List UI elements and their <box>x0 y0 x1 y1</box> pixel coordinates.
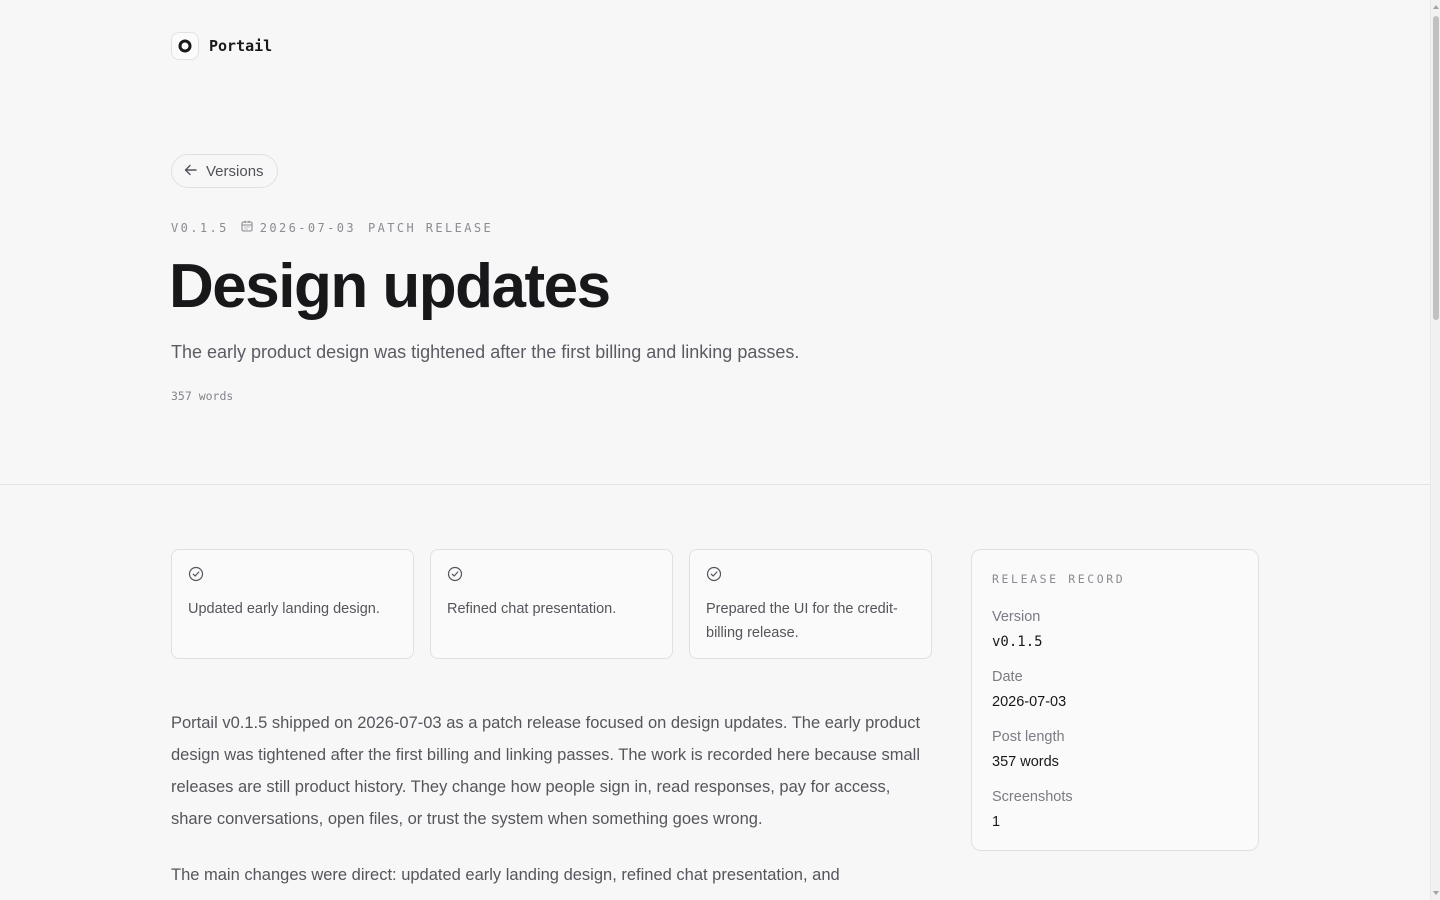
release-date-text: 2026-07-03 <box>259 220 356 235</box>
page-subtitle: The early product design was tightened a… <box>171 342 800 362</box>
release-date: 2026-07-03 <box>241 220 356 235</box>
arrow-left-icon <box>184 163 197 180</box>
back-to-versions-button[interactable]: Versions <box>171 154 278 188</box>
page-title: Design updates <box>169 252 611 321</box>
release-kind: PATCH RELEASE <box>368 220 494 235</box>
highlight-card: Updated early landing design. <box>171 549 414 659</box>
page-scrollbar[interactable] <box>1430 0 1440 900</box>
record-label: Post length <box>992 729 1065 745</box>
calendar-icon <box>241 220 253 235</box>
release-record-panel: RELEASE RECORD Version v0.1.5 Date 2026-… <box>971 549 1259 851</box>
highlight-text: Prepared the UI for the credit-billing r… <box>706 601 898 641</box>
record-value: 2026-07-03 <box>992 694 1067 710</box>
back-button-label: Versions <box>206 162 264 180</box>
release-record-heading: RELEASE RECORD <box>992 572 1126 586</box>
scrollbar-thumb[interactable] <box>1433 16 1439 320</box>
article-body: Portail v0.1.5 shipped on 2026-07-03 as … <box>171 707 931 900</box>
record-date: Date 2026-07-03 <box>992 668 1238 712</box>
record-label: Version <box>992 609 1041 625</box>
check-circle-icon <box>188 566 204 582</box>
highlight-card: Refined chat presentation. <box>430 549 673 659</box>
check-circle-icon <box>447 566 463 582</box>
scroll-down-arrow-icon[interactable] <box>1433 891 1439 895</box>
record-label: Date <box>992 669 1023 685</box>
record-screenshots: Screenshots 1 <box>992 788 1238 832</box>
highlight-card: Prepared the UI for the credit-billing r… <box>689 549 932 659</box>
record-post-length: Post length 357 words <box>992 728 1238 772</box>
scroll-up-arrow-icon[interactable] <box>1433 5 1439 9</box>
brand-name: Portail <box>209 37 273 55</box>
record-label: Screenshots <box>992 789 1073 805</box>
release-meta: V0.1.5 2026-07-03 PATCH RELEASE <box>171 220 493 235</box>
version-tag: V0.1.5 <box>171 220 229 235</box>
record-value: 357 words <box>992 754 1059 770</box>
check-circle-icon <box>706 566 722 582</box>
article-paragraph: The main changes were direct: updated ea… <box>171 866 840 884</box>
record-value: v0.1.5 <box>992 634 1043 650</box>
ring-logo-icon <box>171 32 199 60</box>
article-paragraph: Portail v0.1.5 shipped on 2026-07-03 as … <box>171 714 921 828</box>
highlight-cards: Updated early landing design. Refined ch… <box>171 549 932 659</box>
record-value: 1 <box>992 814 1001 830</box>
record-version: Version v0.1.5 <box>992 608 1238 652</box>
section-divider <box>0 484 1430 485</box>
highlight-text: Updated early landing design. <box>188 601 380 617</box>
highlight-text: Refined chat presentation. <box>447 601 617 617</box>
word-count: 357 words <box>171 389 234 403</box>
brand-home-link[interactable]: Portail <box>171 32 272 60</box>
